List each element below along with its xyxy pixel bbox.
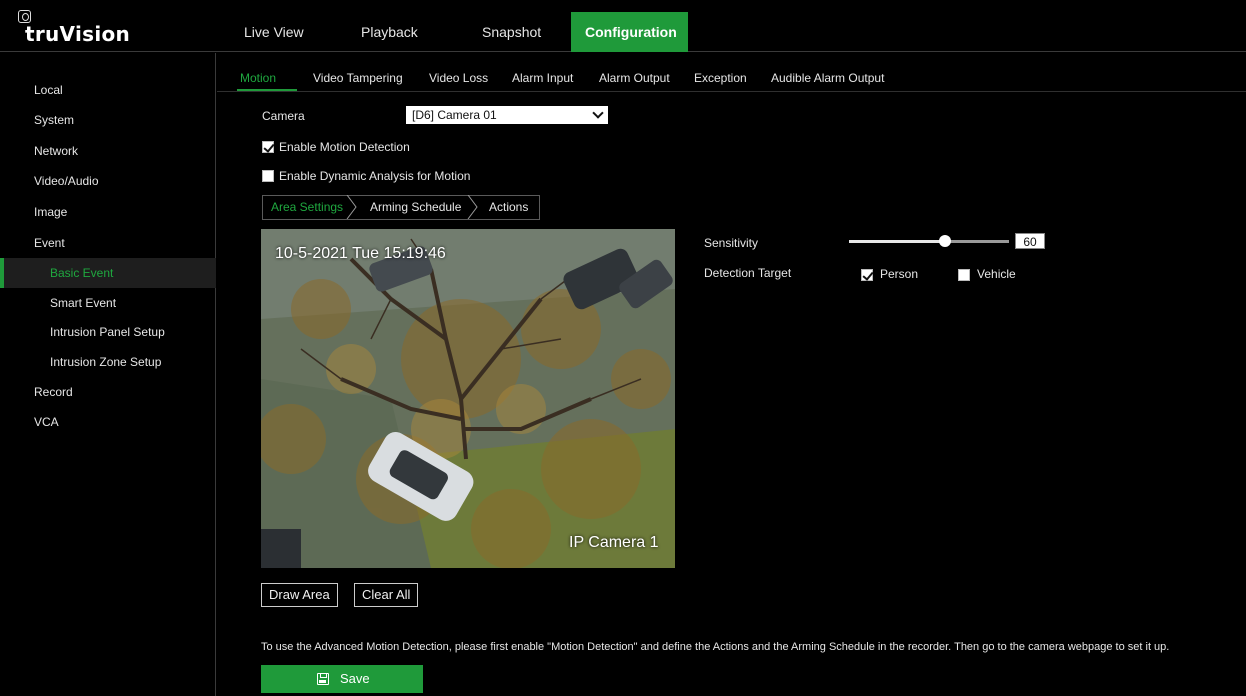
sensitivity-value-field[interactable]: 60 (1015, 233, 1045, 249)
sensitivity-slider-fill (849, 240, 945, 243)
clear-all-button[interactable]: Clear All (354, 583, 419, 607)
subtabs-divider (217, 91, 1246, 92)
sensitivity-label: Sensitivity (704, 236, 759, 250)
vehicle-checkbox[interactable] (958, 269, 970, 281)
sidebar: Local System Network Video/Audio Image E… (0, 53, 216, 696)
subtab-video-tampering[interactable]: Video Tampering (313, 66, 403, 90)
logo-text: truVision (25, 22, 131, 46)
nav-tab-live-view[interactable]: Live View (230, 12, 318, 52)
top-bar: truVision Live View Playback Snapshot Co… (0, 0, 1246, 52)
step-separator-icon (346, 195, 357, 219)
chevron-down-icon (592, 107, 604, 119)
enable-motion-detection-label: Enable Motion Detection (279, 140, 410, 154)
sidebar-item-event[interactable]: Event (0, 228, 216, 258)
subtab-alarm-input[interactable]: Alarm Input (512, 66, 573, 90)
subtab-audible-alarm-output[interactable]: Audible Alarm Output (771, 66, 884, 90)
sidebar-item-basic-event[interactable]: Basic Event (0, 258, 216, 288)
subtab-motion[interactable]: Motion (240, 66, 276, 90)
sidebar-item-image[interactable]: Image (0, 197, 216, 227)
step-separator-icon (467, 195, 478, 219)
sidebar-item-intrusion-panel-setup[interactable]: Intrusion Panel Setup (0, 317, 216, 347)
camera-video-preview[interactable]: 10-5-2021 Tue 15:19:46 IP Camera 1 (261, 229, 675, 568)
sidebar-item-vca[interactable]: VCA (0, 407, 216, 437)
sidebar-item-smart-event[interactable]: Smart Event (0, 288, 216, 318)
camera-select[interactable]: [D6] Camera 01 (406, 106, 608, 124)
nav-tab-configuration[interactable]: Configuration (571, 12, 688, 52)
sidebar-item-video-audio[interactable]: Video/Audio (0, 166, 216, 196)
save-button[interactable]: Save (261, 665, 423, 693)
step-arming-schedule[interactable]: Arming Schedule (370, 195, 461, 219)
subtab-video-loss[interactable]: Video Loss (429, 66, 488, 90)
subtab-alarm-output[interactable]: Alarm Output (599, 66, 670, 90)
nav-tab-snapshot[interactable]: Snapshot (468, 12, 555, 52)
enable-dynamic-analysis-label: Enable Dynamic Analysis for Motion (279, 169, 471, 183)
enable-dynamic-analysis-checkbox[interactable] (262, 170, 274, 182)
camera-scene-image (261, 229, 675, 568)
sensitivity-slider-thumb[interactable] (939, 235, 951, 247)
sidebar-item-local[interactable]: Local (0, 75, 216, 105)
sidebar-item-intrusion-zone-setup[interactable]: Intrusion Zone Setup (0, 347, 216, 377)
step-actions[interactable]: Actions (489, 195, 528, 219)
floppy-disk-icon (317, 673, 329, 685)
camera-label: Camera (262, 109, 305, 123)
nav-tab-playback[interactable]: Playback (347, 12, 432, 52)
video-camera-name: IP Camera 1 (569, 534, 659, 551)
sensitivity-slider[interactable] (849, 235, 1009, 247)
sidebar-item-system[interactable]: System (0, 105, 216, 135)
subtab-exception[interactable]: Exception (694, 66, 747, 90)
person-checkbox[interactable] (861, 269, 873, 281)
camera-select-value: [D6] Camera 01 (412, 108, 497, 122)
save-button-label: Save (340, 671, 370, 686)
enable-motion-detection-checkbox[interactable] (262, 141, 274, 153)
sidebar-item-record[interactable]: Record (0, 377, 216, 407)
sidebar-item-network[interactable]: Network (0, 136, 216, 166)
vehicle-label: Vehicle (977, 267, 1016, 281)
draw-area-button[interactable]: Draw Area (261, 583, 338, 607)
advanced-motion-info-text: To use the Advanced Motion Detection, pl… (261, 641, 1170, 653)
step-area-settings[interactable]: Area Settings (271, 195, 343, 219)
person-label: Person (880, 267, 919, 281)
detection-target-label: Detection Target (704, 266, 792, 280)
video-timestamp: 10-5-2021 Tue 15:19:46 (275, 245, 446, 262)
